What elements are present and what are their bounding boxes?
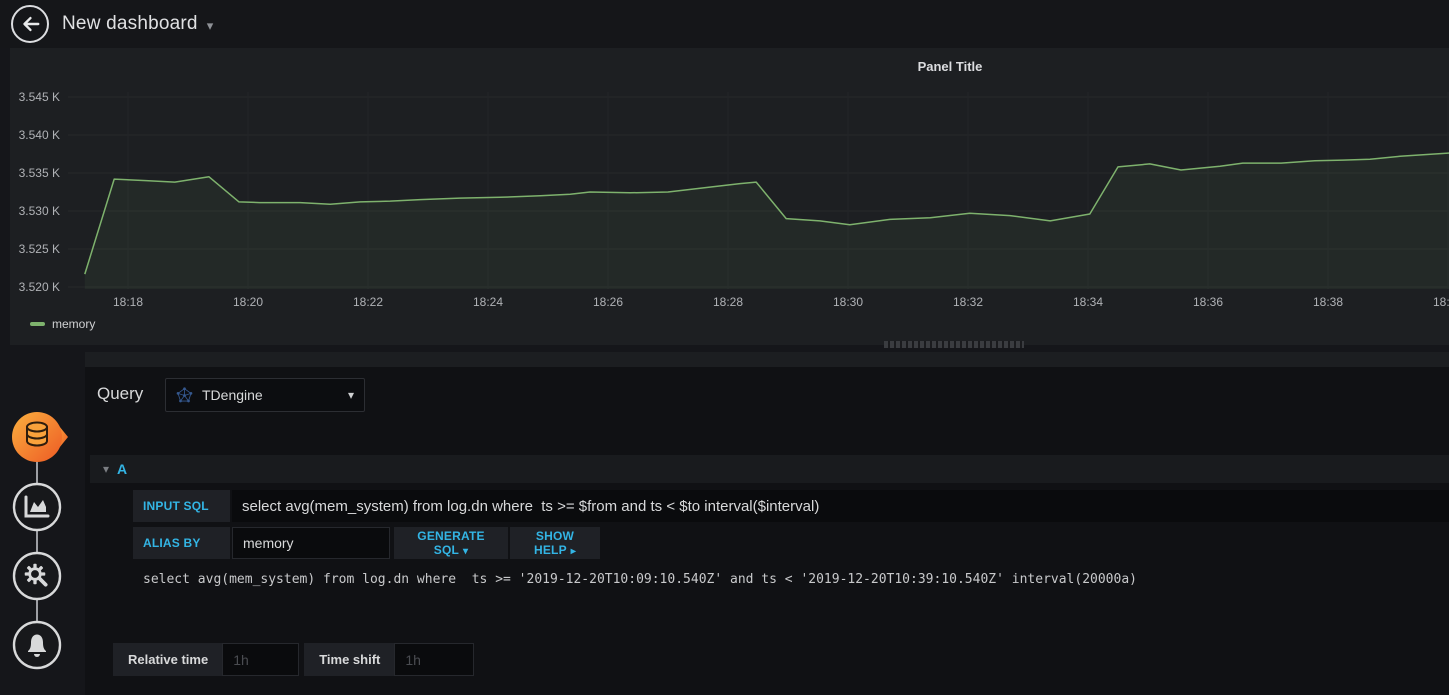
generated-sql-preview: select avg(mem_system) from log.dn where…: [143, 572, 1137, 587]
datasource-name: TDengine: [202, 387, 263, 403]
show-help-label: SHOW HELP: [533, 529, 575, 557]
svg-text:18:36: 18:36: [1193, 295, 1223, 309]
tab-connector-line: [36, 437, 38, 645]
svg-text:18:24: 18:24: [473, 295, 503, 309]
query-row-header[interactable]: ▾ A: [90, 455, 1449, 483]
time-series-chart[interactable]: 3.545 K 3.540 K 3.535 K 3.530 K 3.525 K 3.520…: [10, 84, 1449, 324]
back-button[interactable]: [11, 5, 49, 43]
svg-text:18:38: 18:38: [1313, 295, 1343, 309]
query-section-title: Query: [97, 384, 144, 403]
alias-by-label: ALIAS BY: [133, 527, 230, 559]
svg-text:18:34: 18:34: [1073, 295, 1103, 309]
input-sql-row: INPUT SQL: [85, 490, 1449, 522]
query-editor: Query TDengine ▾ ▾ A INPUT SQL select av…: [85, 352, 1449, 695]
caret-down-icon: ▾: [463, 546, 469, 557]
tab-alert[interactable]: [11, 619, 63, 671]
legend-color-swatch: [30, 322, 45, 326]
graph-panel: Panel Title 3.545 K 3.540 K 3.535 K 3.530 K…: [10, 48, 1449, 345]
show-help-button[interactable]: SHOW HELP ▸: [510, 527, 600, 559]
svg-text:18:22: 18:22: [353, 295, 383, 309]
top-navbar: New dashboard ▾: [0, 0, 1449, 48]
alias-by-row: ALIAS BY GENERATE SQL▾ SHOW HELP▸: [85, 527, 1449, 559]
panel-title[interactable]: Panel Title: [10, 59, 1449, 74]
dashboard-title-dropdown[interactable]: New dashboard ▾: [62, 13, 213, 35]
svg-text:18:40: 18:40: [1433, 295, 1449, 309]
input-sql-field[interactable]: [232, 490, 1449, 522]
svg-text:18:30: 18:30: [833, 295, 863, 309]
chevron-down-icon: ▾: [206, 17, 214, 33]
collapse-caret-icon: ▾: [103, 462, 110, 476]
svg-text:18:28: 18:28: [713, 295, 743, 309]
svg-text:18:18: 18:18: [113, 295, 143, 309]
dashboard-title: New dashboard: [62, 13, 198, 34]
svg-text:3.520 K: 3.520 K: [19, 280, 60, 294]
alias-by-field[interactable]: [232, 527, 390, 559]
database-icon: [26, 421, 48, 447]
svg-text:3.525 K: 3.525 K: [19, 242, 60, 256]
time-shift-field[interactable]: [394, 643, 475, 676]
svg-text:18:20: 18:20: [233, 295, 263, 309]
time-shift-label: Time shift: [304, 643, 395, 676]
legend-series-label[interactable]: memory: [52, 317, 95, 331]
time-options-row: Relative time Time shift: [113, 643, 479, 676]
editor-tab-strip: [85, 352, 1449, 367]
query-header: Query TDengine ▾: [85, 378, 1449, 412]
time-shift-group: Time shift: [304, 643, 475, 676]
generate-sql-label: GENERATE SQL: [417, 529, 485, 557]
relative-time-field[interactable]: [222, 643, 300, 676]
relative-time-group: Relative time: [113, 643, 300, 676]
svg-text:3.530 K: 3.530 K: [19, 204, 60, 218]
input-sql-label: INPUT SQL: [133, 490, 230, 522]
svg-text:3.540 K: 3.540 K: [19, 128, 60, 142]
svg-text:3.545 K: 3.545 K: [19, 90, 60, 104]
tab-visualization[interactable]: [11, 481, 63, 533]
generate-sql-button[interactable]: GENERATE SQL ▾: [394, 527, 508, 559]
dropdown-caret-icon: ▾: [347, 388, 354, 402]
query-ref-id: A: [117, 461, 128, 477]
relative-time-label: Relative time: [113, 643, 223, 676]
tdengine-logo-icon: [176, 386, 193, 402]
tab-general[interactable]: [11, 550, 63, 602]
arrow-left-icon: [23, 16, 40, 32]
panel-resize-handle[interactable]: [878, 341, 1030, 348]
svg-text:18:32: 18:32: [953, 295, 983, 309]
svg-text:18:26: 18:26: [593, 295, 623, 309]
svg-text:3.535 K: 3.535 K: [19, 166, 60, 180]
chart-legend: memory: [30, 317, 95, 331]
caret-right-icon: ▸: [570, 546, 577, 557]
tab-queries[interactable]: [11, 410, 71, 464]
datasource-picker[interactable]: TDengine ▾: [165, 378, 365, 412]
